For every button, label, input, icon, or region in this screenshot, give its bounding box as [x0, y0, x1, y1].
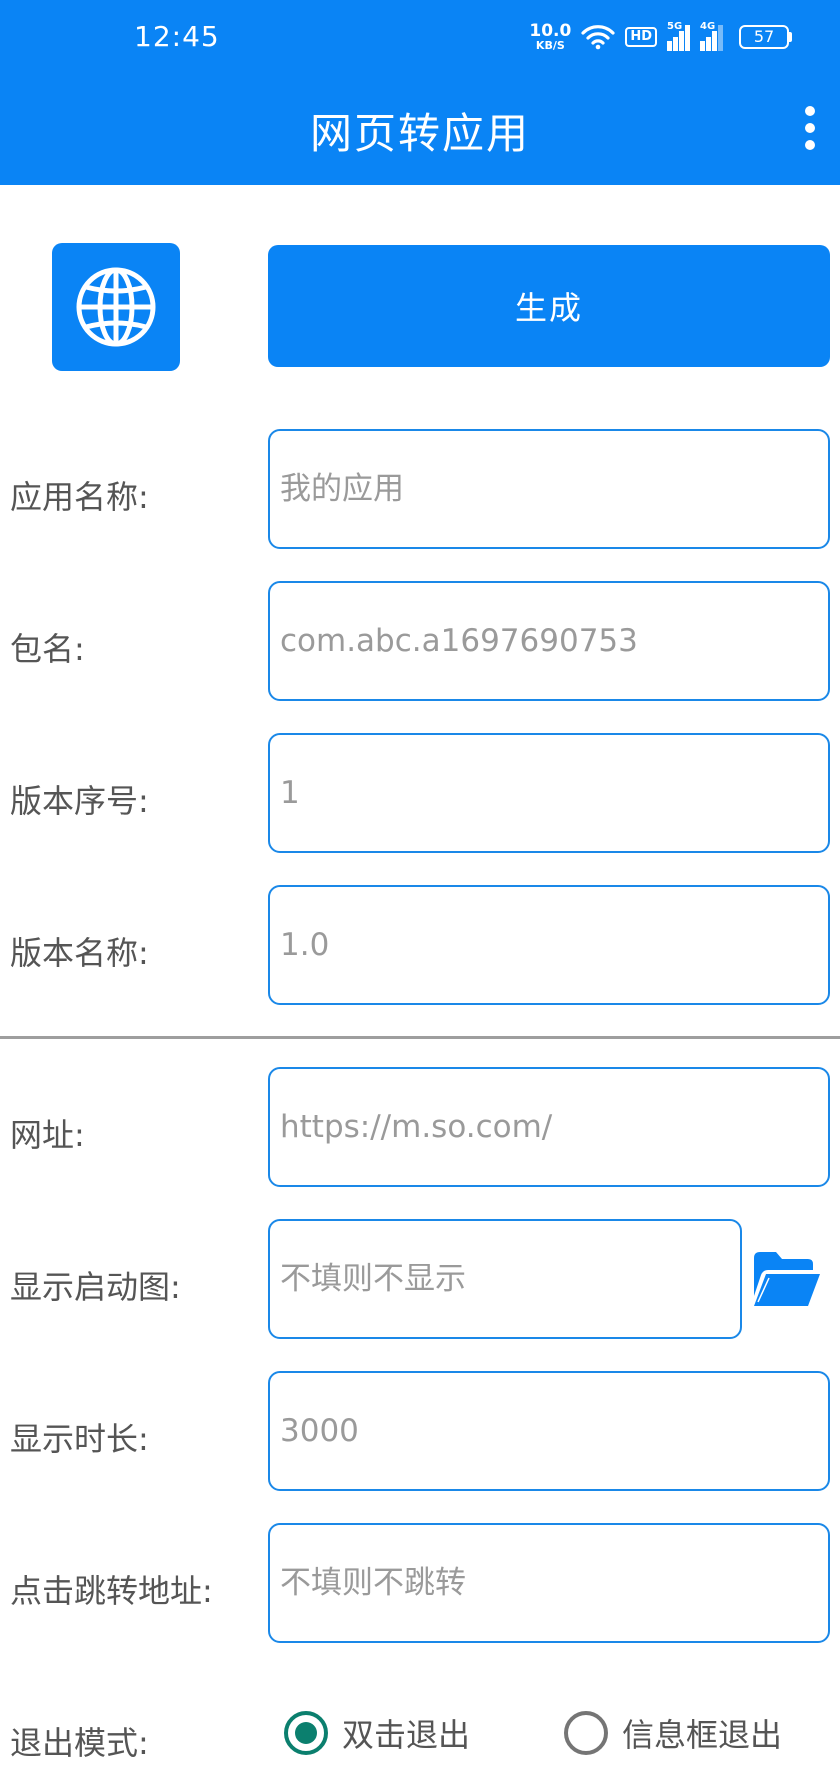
section-divider	[0, 1036, 840, 1039]
radio-unchecked-icon[interactable]	[564, 1711, 608, 1755]
url-input[interactable]	[270, 1069, 828, 1185]
app-name-field-box	[268, 429, 830, 549]
version-name-input[interactable]	[270, 887, 828, 1003]
package-label: 包名:	[10, 630, 85, 668]
exit-mode-double-tap-option[interactable]: 双击退出	[284, 1710, 470, 1756]
hd-icon: HD	[625, 26, 657, 48]
page-title: 网页转应用	[309, 109, 530, 158]
signal-5g-icon: 5G	[667, 21, 690, 51]
click-url-label: 点击跳转地址:	[10, 1572, 213, 1610]
app-name-label: 应用名称:	[10, 478, 149, 516]
folder-open-icon[interactable]	[750, 1248, 822, 1310]
splash-label: 显示启动图:	[10, 1268, 181, 1306]
url-field-box	[268, 1067, 830, 1187]
globe-icon	[76, 267, 156, 347]
app-bar: 12:45 10.0 KB/S HD 5G 4G 57 网页转应用	[0, 0, 840, 185]
signal-5g-label: 5G	[667, 21, 683, 32]
app-name-input[interactable]	[270, 431, 828, 547]
exit-mode-option-label: 信息框退出	[622, 1716, 783, 1754]
app-icon-button[interactable]	[52, 243, 180, 371]
splash-field-box	[268, 1219, 742, 1339]
click-url-field-box	[268, 1523, 830, 1643]
radio-checked-icon[interactable]	[284, 1711, 328, 1755]
splash-input[interactable]	[270, 1221, 740, 1337]
package-field-box	[268, 581, 830, 701]
exit-mode-dialog-option[interactable]: 信息框退出	[564, 1710, 782, 1756]
version-code-field-box	[268, 733, 830, 853]
battery-level: 57	[739, 25, 789, 49]
status-icons: 10.0 KB/S HD 5G 4G 57	[529, 18, 792, 56]
version-name-field-box	[268, 885, 830, 1005]
battery-icon: 57	[739, 25, 792, 49]
network-speed-value: 10.0	[529, 21, 572, 41]
exit-mode-option-label: 双击退出	[342, 1716, 471, 1754]
network-speed: 10.0 KB/S	[529, 21, 572, 52]
exit-mode-label: 退出模式:	[10, 1724, 149, 1762]
signal-4g-label: 4G	[700, 21, 716, 32]
duration-label: 显示时长:	[10, 1420, 149, 1458]
more-vert-icon[interactable]	[792, 102, 828, 154]
package-input[interactable]	[270, 583, 828, 699]
duration-field-box	[268, 1371, 830, 1491]
signal-4g-icon: 4G	[700, 21, 723, 51]
status-time: 12:45	[134, 20, 220, 53]
wifi-icon	[581, 25, 615, 50]
url-label: 网址:	[10, 1116, 85, 1154]
network-speed-unit: KB/S	[535, 39, 565, 52]
version-code-label: 版本序号:	[10, 782, 149, 820]
click-url-input[interactable]	[270, 1525, 828, 1641]
generate-button[interactable]: 生成	[268, 245, 830, 367]
version-code-input[interactable]	[270, 735, 828, 851]
version-name-label: 版本名称:	[10, 934, 149, 972]
duration-input[interactable]	[270, 1373, 828, 1489]
